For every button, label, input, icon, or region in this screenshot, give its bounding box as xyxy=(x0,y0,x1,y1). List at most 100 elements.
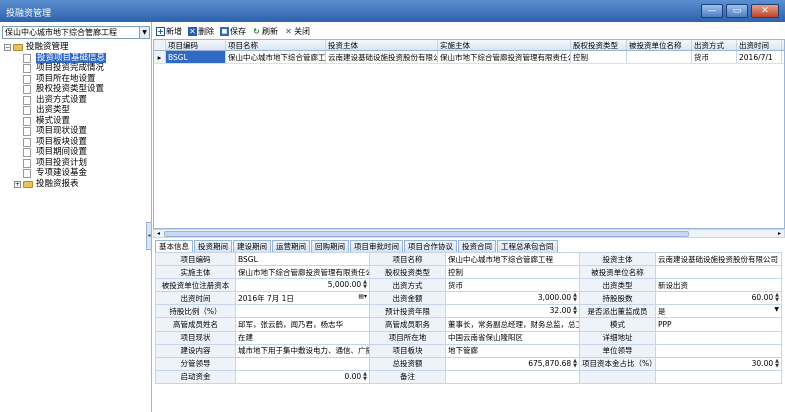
field-value[interactable]: 地下管廊 xyxy=(445,343,580,358)
table-cell[interactable]: 控制 xyxy=(571,51,627,63)
tree-expander-icon[interactable]: + xyxy=(14,180,21,188)
field-value[interactable] xyxy=(655,265,782,280)
tree-item[interactable]: 项目板块设置 xyxy=(4,137,150,148)
scroll-right-icon[interactable]: ▸ xyxy=(775,230,784,237)
table-cell[interactable]: 2016/7/1 xyxy=(737,51,782,63)
column-header[interactable]: 投资主体 xyxy=(326,40,438,50)
tree-item[interactable]: + 投融资报表 xyxy=(4,179,150,190)
field-value[interactable] xyxy=(655,369,782,384)
column-header[interactable]: 项目名称 xyxy=(226,40,326,50)
field-value[interactable]: ▲ ▼ 30.00 xyxy=(655,356,782,371)
spinner-icon[interactable]: ▲ ▼ xyxy=(773,358,779,369)
field-value[interactable]: ▲ ▼ 60.00 xyxy=(655,291,782,306)
save-button[interactable]: ■ 保存 xyxy=(220,26,246,37)
form-row: 实施主体 保山市地下综合管廊投资管理有限责任公司 股权投资类型 控制 被投资单位名称 xyxy=(155,265,782,280)
table-cell[interactable]: 货币 xyxy=(692,51,737,63)
tree-item[interactable]: 模式设置 xyxy=(4,116,150,127)
page-icon xyxy=(23,106,31,115)
table-row[interactable]: ▸ BSGL 保山中心城市地下综合管廊工程 云南建设基础设施投资股份有限公司 保山市地下… xyxy=(154,51,784,64)
column-header[interactable]: 项目编码 xyxy=(166,40,226,50)
tree-item[interactable]: 投资项目基础信息 xyxy=(4,52,150,63)
field-value[interactable]: ▼ 是 xyxy=(655,304,782,319)
tree-item[interactable]: 项目投资完成情况 xyxy=(4,63,150,74)
tab-7[interactable]: 投资合同 xyxy=(458,240,496,252)
field-value[interactable] xyxy=(445,369,580,384)
field-value[interactable]: 城市地下用于集中敷设电力、通信、广播 xyxy=(235,343,370,358)
grid-horizontal-scrollbar[interactable]: ◂ ▸ xyxy=(153,229,785,238)
calendar-dropdown-icon[interactable]: ▤▾ xyxy=(358,293,367,300)
field-value[interactable]: ▲ ▼ 32.00 xyxy=(445,304,580,319)
tree-item[interactable]: 出资类型 xyxy=(4,105,150,116)
tree-expander-icon[interactable]: − xyxy=(4,44,11,51)
tab-3[interactable]: 运营期间 xyxy=(272,240,310,252)
spinner-icon[interactable]: ▲ ▼ xyxy=(773,293,779,303)
column-header[interactable]: 出资时间 xyxy=(737,40,782,50)
tree-item[interactable]: 项目所在地设置 xyxy=(4,74,150,85)
column-header[interactable]: 股权投资类型 xyxy=(571,40,627,50)
tree-item[interactable]: − 投融资管理 xyxy=(4,42,150,53)
field-value[interactable]: ▤▾ 2016年 7月 1日 xyxy=(235,291,370,306)
chevron-down-icon[interactable]: ▼ xyxy=(139,27,149,38)
refresh-button[interactable]: ↻ 刷新 xyxy=(252,26,278,37)
table-cell[interactable]: 保山市地下综合管廊投资管理有限责任公司 xyxy=(438,51,571,63)
tree-item[interactable]: 项目投资计划 xyxy=(4,158,150,169)
spinner-icon[interactable]: ▲ ▼ xyxy=(571,306,577,316)
column-header[interactable]: 实施主体 xyxy=(438,40,571,50)
field-value[interactable]: 保山中心城市地下综合管廊工程 xyxy=(445,251,580,267)
table-cell[interactable]: 保山中心城市地下综合管廊工程 xyxy=(226,51,326,63)
collapse-splitter[interactable]: ◂ xyxy=(146,222,152,250)
tree-item[interactable]: 出资方式设置 xyxy=(4,95,150,106)
field-value[interactable]: ▲ ▼ 3,000.00 xyxy=(445,291,580,306)
scrollbar-thumb[interactable] xyxy=(164,231,689,237)
project-select[interactable]: 保山中心城市地下综合管廊工程 ▼ xyxy=(2,26,150,39)
restore-button[interactable]: ▭ xyxy=(726,4,748,18)
field-value-text: PPP xyxy=(658,320,672,330)
field-value[interactable]: ▲ ▼ 5,000.00 xyxy=(235,278,370,293)
field-value[interactable] xyxy=(235,356,370,371)
field-value[interactable]: 控制 xyxy=(445,265,580,280)
field-value[interactable] xyxy=(655,330,782,345)
tab-2[interactable]: 建设期间 xyxy=(233,240,271,252)
field-value[interactable]: 邱军，张云鹤，闻乃君，杨志华 xyxy=(235,317,370,332)
field-value[interactable]: BSGL xyxy=(235,251,370,267)
tab-5[interactable]: 项目审批时间 xyxy=(350,240,403,252)
spinner-icon[interactable]: ▲ ▼ xyxy=(361,280,367,290)
column-header[interactable]: 被投资单位名称 xyxy=(627,40,692,50)
field-value[interactable]: 货币 xyxy=(445,278,580,293)
close-button[interactable]: ✕ 关闭 xyxy=(284,26,310,37)
add-button[interactable]: + 新增 xyxy=(156,26,182,37)
spinner-icon[interactable]: ▲ ▼ xyxy=(571,358,577,369)
spinner-icon[interactable]: ▲ ▼ xyxy=(361,371,367,382)
scroll-left-icon[interactable]: ◂ xyxy=(154,230,163,237)
table-cell[interactable]: BSGL xyxy=(166,51,226,63)
field-value[interactable]: 新设出资 xyxy=(655,278,782,293)
field-value[interactable]: PPP xyxy=(655,317,782,332)
tab-6[interactable]: 项目合作协议 xyxy=(404,240,457,252)
tab-4[interactable]: 回购期间 xyxy=(311,240,349,252)
field-value-text: 邱军，张云鹤，闻乃君，杨志华 xyxy=(238,320,343,330)
delete-button[interactable]: ✕ 删除 xyxy=(188,26,214,37)
field-value[interactable]: 云南建设基础设施投资股份有限公司 xyxy=(655,251,782,267)
tree-item[interactable]: 项目现状设置 xyxy=(4,126,150,137)
tree-item[interactable]: 项目期间设置 xyxy=(4,147,150,158)
field-value[interactable]: ▲ ▼ 0.00 xyxy=(235,369,370,384)
spinner-icon[interactable]: ▲ ▼ xyxy=(571,293,577,303)
field-value[interactable]: 董事长，常务副总经理，财务总监，总工程师 xyxy=(445,317,580,332)
tree-item[interactable]: 专项建设基金 xyxy=(4,168,150,179)
chevron-down-icon[interactable]: ▼ xyxy=(774,306,779,313)
tab-1[interactable]: 投资期间 xyxy=(194,240,232,252)
field-value[interactable]: 保山市地下综合管廊投资管理有限责任公司 xyxy=(235,265,370,280)
field-value[interactable]: 在建 xyxy=(235,330,370,345)
tab-8[interactable]: 工程总承包合同 xyxy=(497,240,558,252)
table-cell[interactable] xyxy=(627,51,692,63)
tree-item[interactable]: 股权投资类型设置 xyxy=(4,84,150,95)
field-value[interactable] xyxy=(655,343,782,358)
close-window-button[interactable]: ✕ xyxy=(751,4,779,18)
field-value[interactable] xyxy=(235,304,370,319)
table-cell[interactable]: 云南建设基础设施投资股份有限公司 xyxy=(326,51,438,63)
column-header[interactable]: 出资方式 xyxy=(692,40,737,50)
field-value[interactable]: ▲ ▼ 675,870.68 xyxy=(445,356,580,371)
field-value[interactable]: 中国云南省保山隆阳区 xyxy=(445,330,580,345)
tab-0[interactable]: 基本信息 xyxy=(155,240,193,252)
minimize-button[interactable]: — xyxy=(701,4,723,18)
